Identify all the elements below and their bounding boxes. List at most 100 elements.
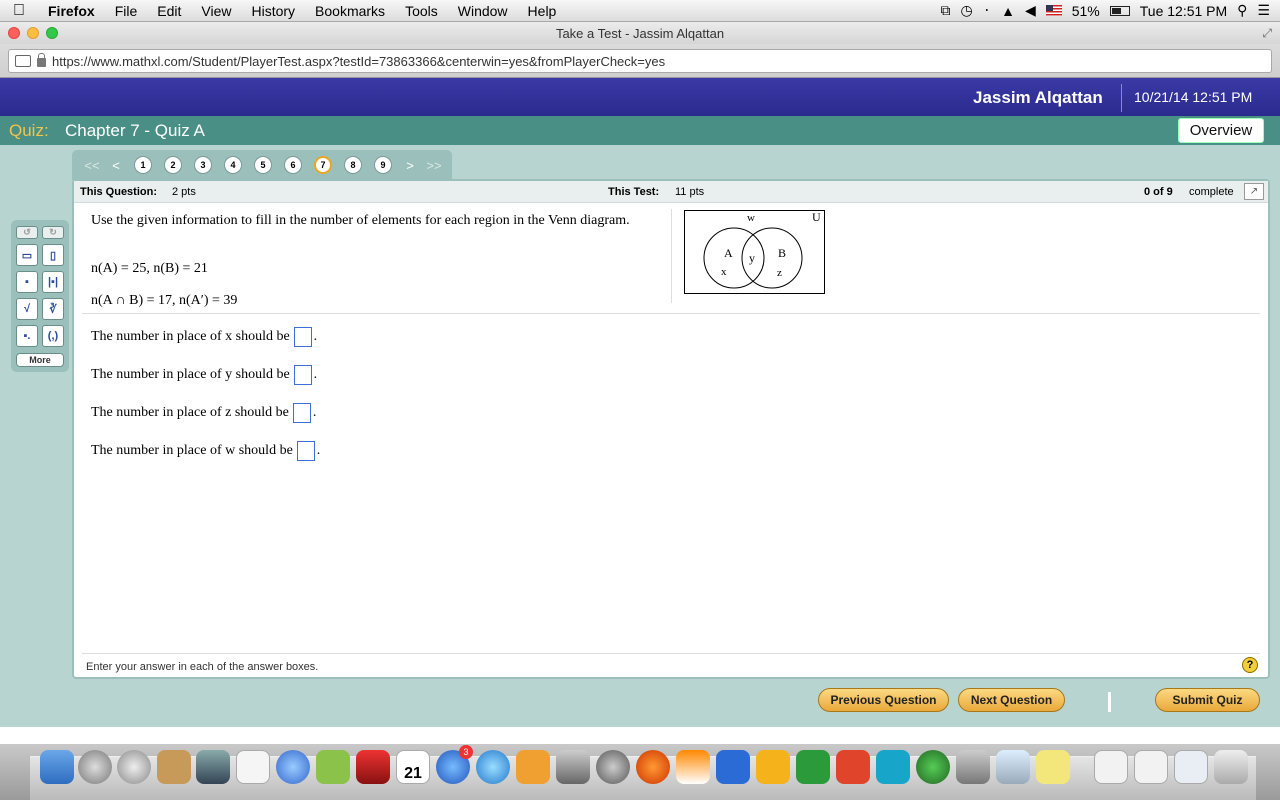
menu-app-firefox[interactable]: Firefox [38, 3, 105, 19]
fraction-icon[interactable]: ▭ [16, 244, 38, 266]
answer-box-y[interactable] [293, 365, 312, 385]
page-bottom-strip [0, 727, 1280, 744]
absolute-value-icon[interactable]: |▪| [42, 271, 64, 293]
question-number-6[interactable]: 6 [284, 156, 302, 174]
question-number-5[interactable]: 5 [254, 156, 272, 174]
answer-box-x[interactable] [293, 327, 312, 347]
network-icon[interactable] [916, 750, 950, 784]
question-number-3[interactable]: 3 [194, 156, 212, 174]
help-icon[interactable]: ? [1242, 657, 1258, 673]
battery-icon[interactable] [1109, 5, 1130, 16]
answer-line-z: The number in place of z should be . [91, 403, 316, 423]
firefox-icon[interactable] [636, 750, 670, 784]
preview-icon[interactable] [996, 750, 1030, 784]
more-tools-button[interactable]: More [16, 353, 64, 367]
ibooks-icon[interactable] [516, 750, 550, 784]
word-document-icon[interactable] [1134, 750, 1168, 784]
previous-arrow-icon[interactable]: < [104, 158, 128, 173]
stickies-icon[interactable] [1036, 750, 1070, 784]
question-number-9[interactable]: 9 [374, 156, 392, 174]
trash-icon[interactable] [1214, 750, 1248, 784]
venn-label-b: B [778, 246, 786, 260]
decimal-icon[interactable]: ▪. [16, 325, 38, 347]
last-question-icon[interactable]: >> [422, 158, 446, 173]
apple-icon[interactable]:  [0, 2, 38, 20]
redo-icon[interactable]: ↻ [42, 226, 64, 239]
answer-line-w: The number in place of w should be . [91, 441, 320, 461]
overview-button[interactable]: Overview [1178, 118, 1264, 143]
nth-root-icon[interactable]: ∛ [42, 298, 64, 320]
wifi-icon[interactable]: ▲ [1001, 3, 1015, 19]
menu-clock[interactable]: Tue 12:51 PM [1140, 3, 1227, 19]
powerpoint-icon[interactable] [836, 750, 870, 784]
facetime-icon[interactable] [196, 750, 230, 784]
answer-box-w[interactable] [296, 441, 315, 461]
contacts-icon[interactable] [157, 750, 191, 784]
android-icon[interactable] [316, 750, 350, 784]
mixed-number-icon[interactable]: ▯ [42, 244, 64, 266]
menu-tools[interactable]: Tools [395, 3, 448, 19]
launchpad-icon[interactable] [78, 750, 112, 784]
browser-toolbar: https://www.mathxl.com/Student/PlayerTes… [0, 44, 1280, 78]
window-minimize-button[interactable] [27, 27, 39, 39]
menu-bookmarks[interactable]: Bookmarks [305, 3, 395, 19]
previous-question-button[interactable]: Previous Question [818, 688, 949, 712]
question-number-4[interactable]: 4 [224, 156, 242, 174]
bluetooth-icon[interactable]: ᛫ [983, 3, 991, 19]
question-number-7-current[interactable]: 7 [314, 156, 332, 174]
system-preferences-icon[interactable] [596, 750, 630, 784]
first-question-icon[interactable]: << [80, 158, 104, 173]
popout-icon[interactable]: ↗ [1244, 183, 1264, 200]
menu-view[interactable]: View [191, 3, 241, 19]
reminders-icon[interactable] [236, 750, 270, 784]
itunes-icon[interactable] [476, 750, 510, 784]
next-arrow-icon[interactable]: > [398, 158, 422, 173]
word-icon[interactable] [716, 750, 750, 784]
finder-icon[interactable] [40, 750, 74, 784]
document-stack-icon[interactable] [1094, 750, 1128, 784]
lock-icon[interactable] [37, 53, 46, 67]
question-number-2[interactable]: 2 [164, 156, 182, 174]
disk-utility-icon[interactable] [556, 750, 590, 784]
outlook-icon[interactable] [756, 750, 790, 784]
time-machine-icon[interactable]: ◷ [960, 2, 972, 19]
no-entry-app-icon[interactable] [117, 750, 151, 784]
spotlight-search-icon[interactable]: ⚲ [1237, 2, 1247, 19]
submit-quiz-button[interactable]: Submit Quiz [1155, 688, 1260, 712]
notification-center-icon[interactable]: ☰ [1257, 2, 1270, 19]
menu-help[interactable]: Help [518, 3, 567, 19]
question-number-8[interactable]: 8 [344, 156, 362, 174]
fullscreen-icon[interactable]: ⤢ [1262, 26, 1272, 41]
firefox-window-icon[interactable] [1174, 750, 1208, 784]
calendar-icon[interactable]: 21 [396, 750, 430, 784]
window-close-button[interactable] [8, 27, 20, 39]
user-header: Jassim Alqattan 10/21/14 12:51 PM [0, 78, 1280, 116]
battery-percent[interactable]: 51% [1072, 3, 1100, 19]
given-line-2: n(A ∩ B) = 17, n(A′) = 39 [91, 293, 238, 308]
menu-edit[interactable]: Edit [147, 3, 191, 19]
tab-groups-icon[interactable] [15, 55, 31, 67]
ordered-pair-icon[interactable]: (,) [42, 325, 64, 347]
menu-history[interactable]: History [241, 3, 305, 19]
menu-window[interactable]: Window [448, 3, 518, 19]
volume-icon[interactable]: ◀ [1025, 2, 1036, 19]
url-bar[interactable]: https://www.mathxl.com/Student/PlayerTes… [8, 49, 1272, 73]
answer-box-z[interactable] [292, 403, 311, 423]
photo-booth-icon[interactable] [356, 750, 390, 784]
communicator-icon[interactable] [876, 750, 910, 784]
messages-icon[interactable] [276, 750, 310, 784]
square-root-icon[interactable]: √ [16, 298, 38, 320]
excel-icon[interactable] [796, 750, 830, 784]
app-store-icon[interactable]: 3 [436, 745, 473, 784]
next-question-button[interactable]: Next Question [958, 688, 1065, 712]
exponent-icon[interactable]: ▪ [16, 271, 38, 293]
menu-file[interactable]: File [105, 3, 148, 19]
url-text[interactable]: https://www.mathxl.com/Student/PlayerTes… [52, 54, 665, 69]
screen-sharing-icon[interactable]: ⧉ [940, 2, 950, 19]
input-source-flag-icon[interactable] [1045, 5, 1062, 16]
satellite-app-icon[interactable] [956, 750, 990, 784]
question-number-1[interactable]: 1 [134, 156, 152, 174]
undo-icon[interactable]: ↺ [16, 226, 38, 239]
vlc-icon[interactable] [676, 750, 710, 784]
window-zoom-button[interactable] [46, 27, 58, 39]
